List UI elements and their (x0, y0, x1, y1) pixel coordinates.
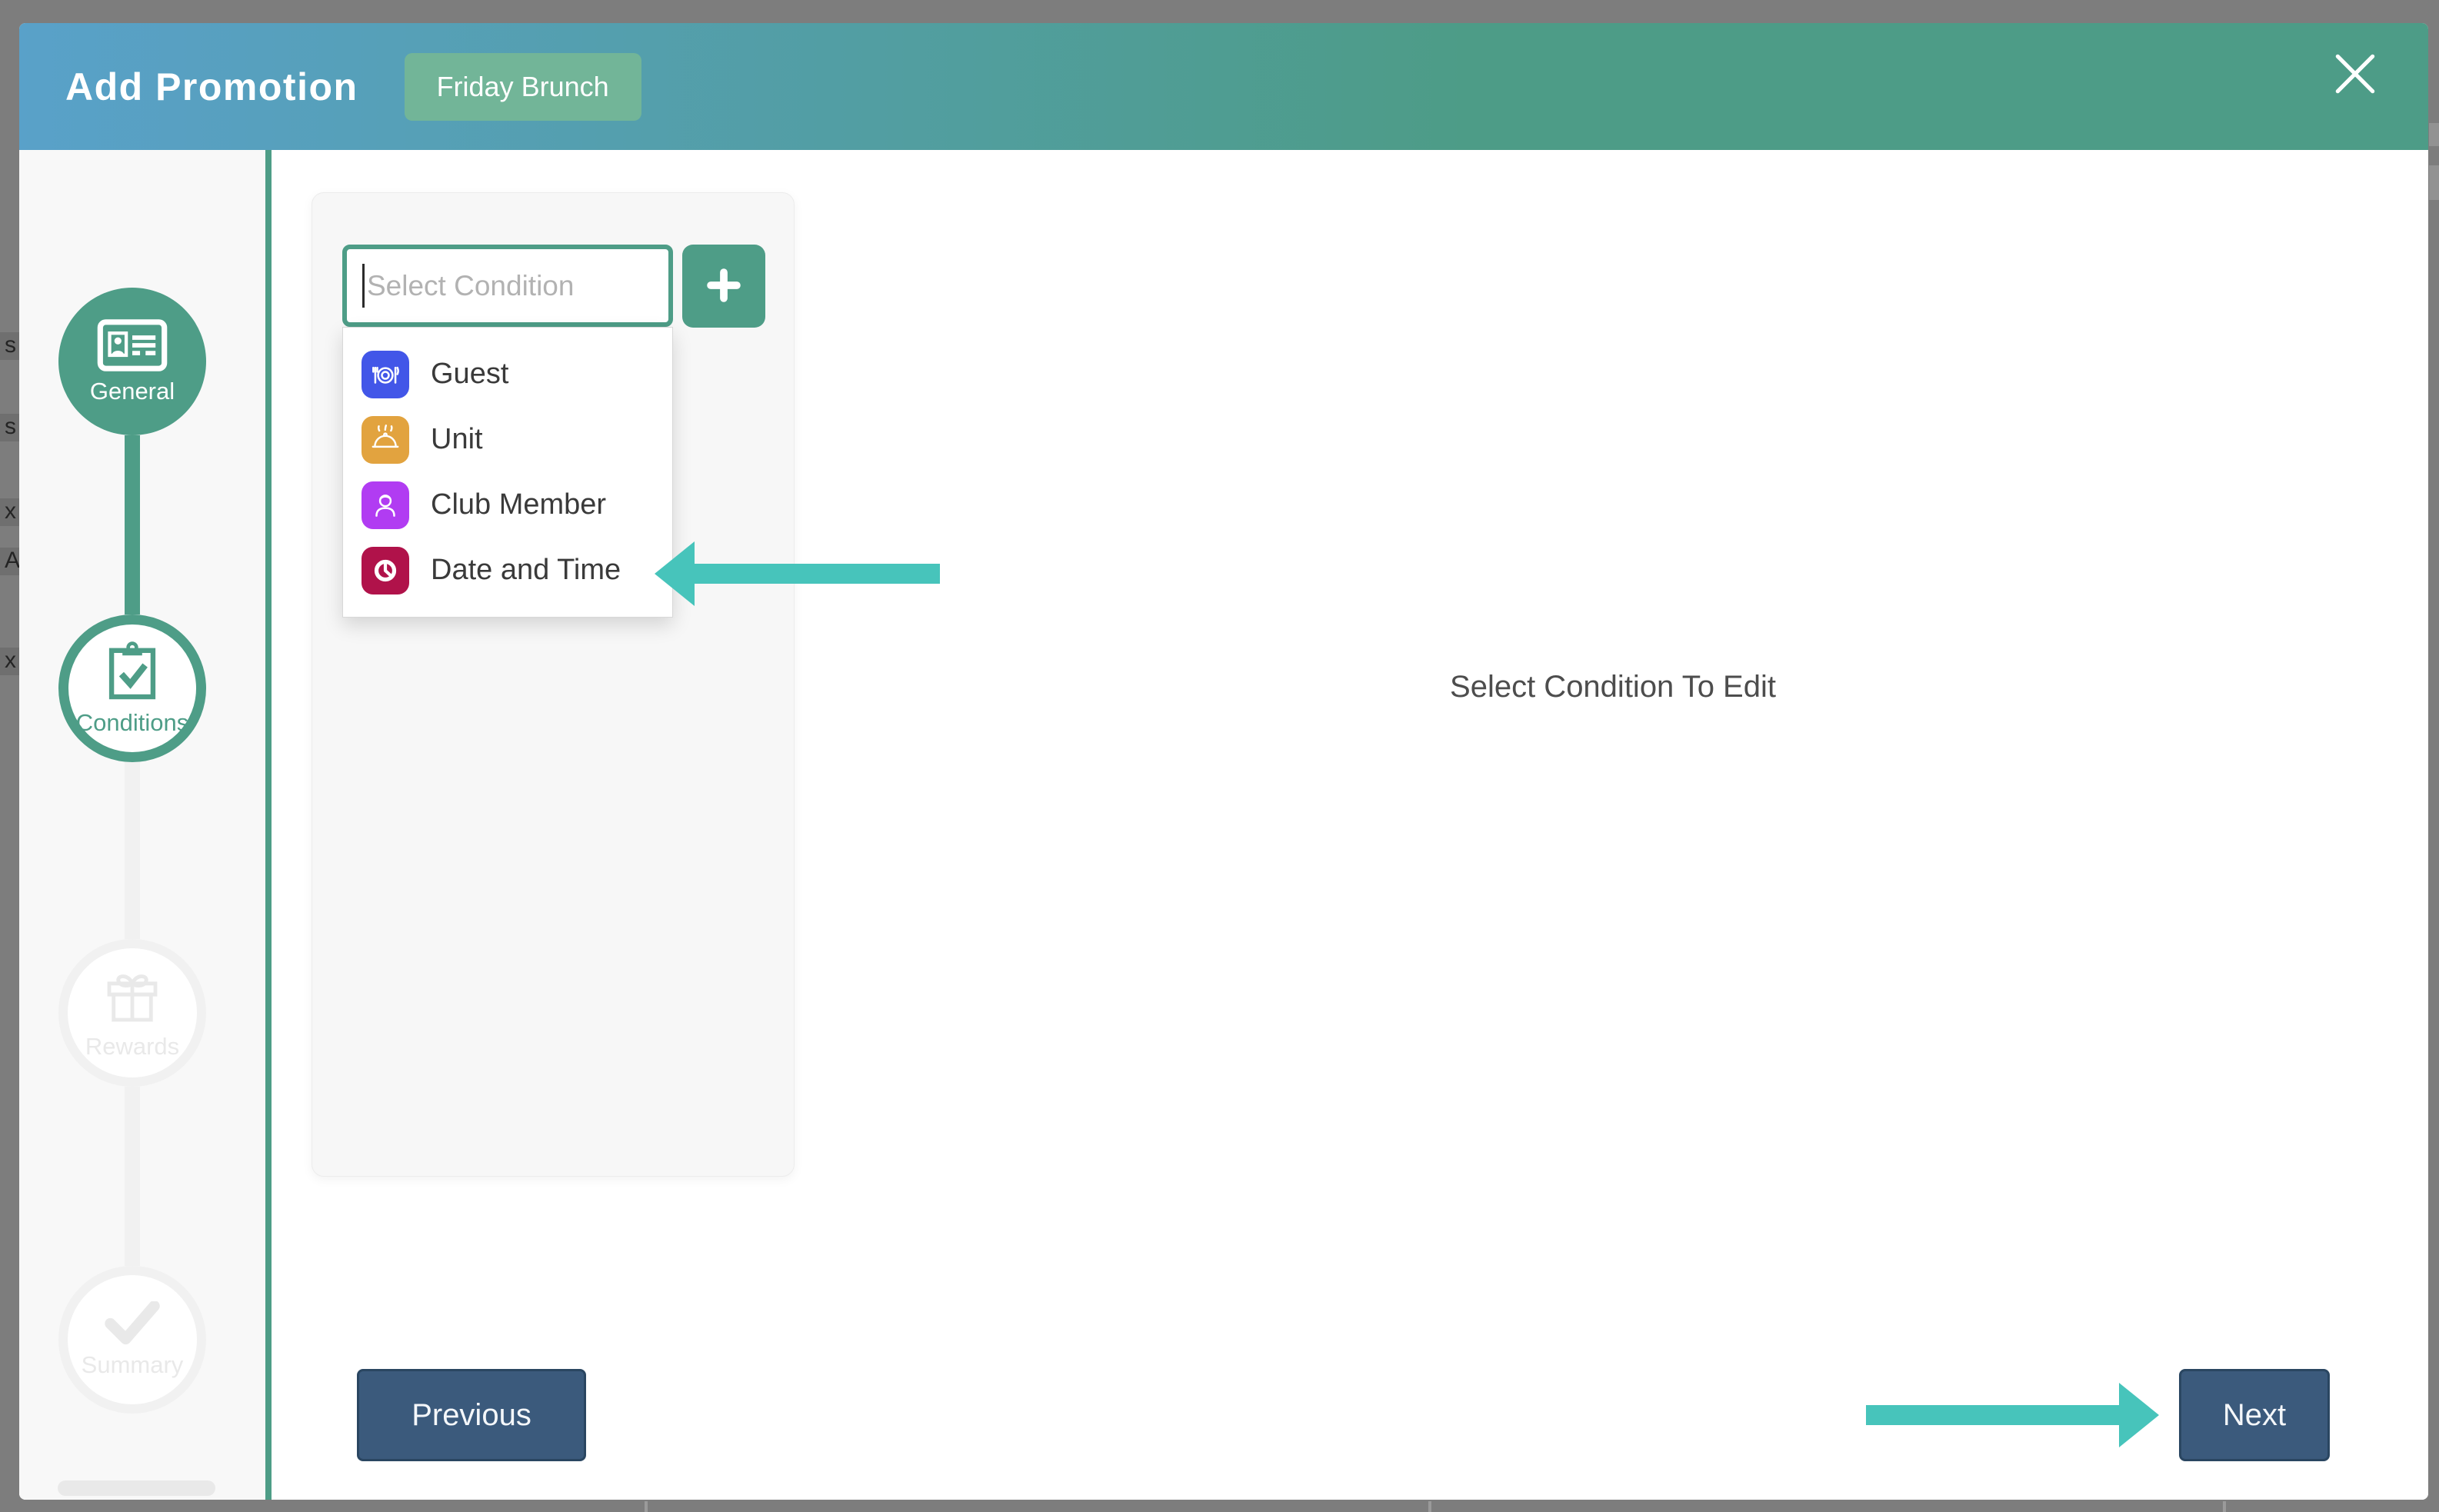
annotation-arrow-right-shaft (1866, 1405, 2119, 1425)
stepper-connector (125, 762, 140, 939)
step-label: Conditions (76, 709, 188, 737)
dropdown-item-label: Date and Time (431, 554, 621, 587)
background-text-fragment: x (0, 498, 19, 526)
background-table-divider (645, 1501, 648, 1512)
condition-type-dropdown: Guest Unit Club Member Date and Time (342, 327, 673, 618)
add-promotion-modal: Add Promotion Friday Brunch General Condi… (19, 23, 2428, 1500)
add-condition-button[interactable] (682, 245, 765, 328)
select-condition-input[interactable] (342, 245, 673, 327)
wizard-sidebar: General Conditions Rewards Summary (19, 150, 272, 1500)
step-label: General (90, 378, 175, 405)
person-icon (362, 481, 409, 529)
close-icon (2330, 48, 2381, 102)
step-label: Rewards (85, 1033, 179, 1061)
dropdown-item-label: Club Member (431, 488, 606, 521)
plus-icon (704, 265, 744, 308)
cloche-icon (362, 416, 409, 464)
dropdown-item-club-member[interactable]: Club Member (343, 472, 672, 538)
next-button[interactable]: Next (2179, 1369, 2330, 1461)
check-icon (102, 1301, 163, 1346)
background-fragment (2429, 123, 2439, 146)
id-card-icon (97, 318, 168, 372)
modal-header: Add Promotion Friday Brunch (19, 23, 2428, 150)
annotation-arrow-left-shaft (693, 564, 940, 584)
close-button[interactable] (2327, 46, 2384, 103)
step-rewards[interactable]: Rewards (58, 939, 206, 1087)
dropdown-item-label: Unit (431, 423, 483, 456)
background-table-divider (1428, 1501, 1431, 1512)
stepper-connector (125, 1087, 140, 1266)
step-label: Summary (82, 1351, 184, 1379)
dropdown-item-guest[interactable]: Guest (343, 341, 672, 407)
dropdown-item-date-and-time[interactable]: Date and Time (343, 538, 672, 603)
step-general[interactable]: General (58, 288, 206, 435)
step-conditions[interactable]: Conditions (58, 614, 206, 762)
background-fragment (2429, 165, 2439, 200)
text-caret (362, 264, 365, 308)
background-text-fragment: s (0, 414, 19, 441)
clock-icon (362, 547, 409, 594)
annotation-arrow-left-head (655, 541, 695, 606)
background-text-fragment: A (0, 548, 19, 575)
step-summary[interactable]: Summary (58, 1266, 206, 1414)
promotion-name-badge: Friday Brunch (405, 53, 641, 121)
background-text-fragment: s (0, 332, 19, 360)
restaurant-icon (362, 351, 409, 398)
previous-button[interactable]: Previous (357, 1369, 586, 1461)
dropdown-item-unit[interactable]: Unit (343, 407, 672, 472)
dropdown-item-label: Guest (431, 358, 508, 391)
annotation-arrow-right-head (2119, 1383, 2159, 1447)
background-text-fragment: x (0, 648, 19, 675)
stepper-connector (125, 435, 140, 614)
modal-body: General Conditions Rewards Summary Guest Uni… (19, 150, 2428, 1500)
empty-state-text: Select Condition To Edit (798, 670, 2428, 704)
gift-icon (102, 966, 163, 1027)
sidebar-scrollbar[interactable] (58, 1480, 215, 1496)
conditions-step-content: Guest Unit Club Member Date and Time Select… (272, 150, 2428, 1500)
background-table-divider (2223, 1501, 2226, 1512)
page-title: Add Promotion (65, 65, 358, 109)
clipboard-check-icon (105, 641, 160, 704)
